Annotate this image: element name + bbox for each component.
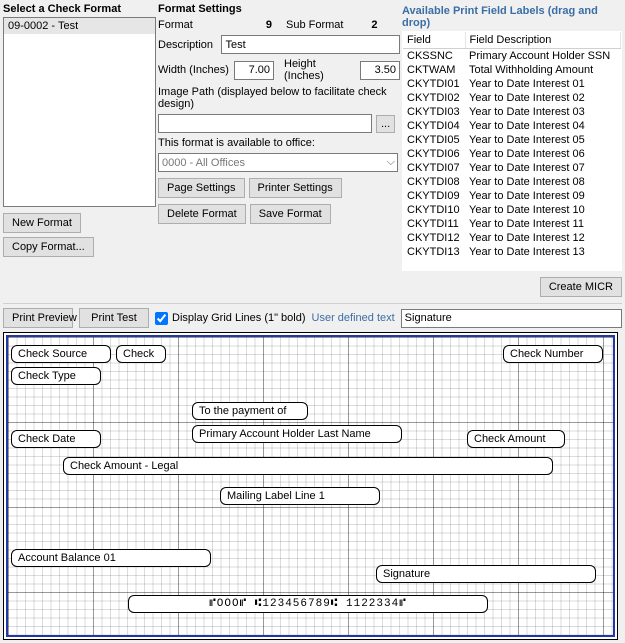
copy-format-button[interactable]: Copy Format... — [3, 237, 94, 257]
field-code: CKYTDI01 — [403, 77, 465, 91]
field-row[interactable]: CKYTDI12Year to Date Interest 12 — [403, 231, 621, 245]
description-label: Description — [158, 39, 217, 51]
field-desc: Year to Date Interest 11 — [465, 217, 621, 231]
gridlines-checkbox[interactable] — [155, 312, 168, 325]
format-list-item[interactable]: 09-0002 - Test — [4, 18, 155, 34]
select-format-title: Select a Check Format — [3, 3, 156, 15]
field-code: CKSSNC — [403, 49, 465, 64]
design-field-check[interactable]: Check — [116, 345, 166, 363]
design-field-check-source[interactable]: Check Source — [11, 345, 111, 363]
field-code: CKYTDI06 — [403, 147, 465, 161]
desc-col-header[interactable]: Field Description — [465, 32, 621, 49]
create-micr-button[interactable]: Create MICR — [540, 277, 622, 297]
format-list[interactable]: 09-0002 - Test — [3, 17, 156, 207]
page-settings-button[interactable]: Page Settings — [158, 178, 245, 198]
field-code: CKYTDI08 — [403, 175, 465, 189]
field-code: CKYTDI10 — [403, 203, 465, 217]
design-field-check-amount-legal[interactable]: Check Amount - Legal — [63, 457, 553, 475]
field-desc: Year to Date Interest 10 — [465, 203, 621, 217]
design-field-primary-account-holder[interactable]: Primary Account Holder Last Name — [192, 425, 402, 443]
field-code: CKTWAM — [403, 63, 465, 77]
subformat-label: Sub Format — [286, 19, 343, 31]
field-code: CKYTDI12 — [403, 231, 465, 245]
field-desc: Year to Date Interest 13 — [465, 245, 621, 259]
field-row[interactable]: CKYTDI02Year to Date Interest 02 — [403, 91, 621, 105]
field-row[interactable]: CKSSNCPrimary Account Holder SSN — [403, 49, 621, 64]
image-path-label: Image Path (displayed below to facilitat… — [158, 86, 400, 110]
field-desc: Year to Date Interest 01 — [465, 77, 621, 91]
field-row[interactable]: CKYTDI06Year to Date Interest 06 — [403, 147, 621, 161]
design-field-check-amount[interactable]: Check Amount — [467, 430, 565, 448]
field-desc: Primary Account Holder SSN — [465, 49, 621, 64]
print-test-button[interactable]: Print Test — [79, 308, 149, 328]
design-surface[interactable]: Check Source Check Check Number Check Type T… — [6, 335, 615, 637]
field-desc: Year to Date Interest 09 — [465, 189, 621, 203]
field-code: CKYTDI03 — [403, 105, 465, 119]
print-preview-button[interactable]: Print Preview — [3, 308, 73, 328]
height-input[interactable] — [360, 61, 400, 80]
height-label: Height (Inches) — [284, 58, 356, 82]
field-row[interactable]: CKYTDI07Year to Date Interest 07 — [403, 161, 621, 175]
field-row[interactable]: CKYTDI08Year to Date Interest 08 — [403, 175, 621, 189]
field-col-header[interactable]: Field — [403, 32, 465, 49]
field-desc: Year to Date Interest 04 — [465, 119, 621, 133]
field-code: CKYTDI13 — [403, 245, 465, 259]
save-format-button[interactable]: Save Format — [250, 204, 331, 224]
delete-format-button[interactable]: Delete Format — [158, 204, 246, 224]
field-row[interactable]: CKYTDI04Year to Date Interest 04 — [403, 119, 621, 133]
description-input[interactable] — [221, 35, 400, 54]
design-surface-outer: Check Source Check Check Number Check Type T… — [3, 332, 618, 640]
field-row[interactable]: CKYTDI10Year to Date Interest 10 — [403, 203, 621, 217]
field-code: CKYTDI09 — [403, 189, 465, 203]
office-dropdown[interactable]: 0000 - All Offices ⌵ — [158, 153, 398, 172]
gridlines-checkbox-wrap[interactable]: Display Grid Lines (1" bold) — [155, 312, 306, 325]
field-code: CKYTDI02 — [403, 91, 465, 105]
field-desc: Year to Date Interest 12 — [465, 231, 621, 245]
field-list[interactable]: Field Field Description CKSSNCPrimary Ac… — [402, 31, 622, 271]
gridlines-label: Display Grid Lines (1" bold) — [172, 312, 306, 324]
field-row[interactable]: CKYTDI05Year to Date Interest 05 — [403, 133, 621, 147]
field-row[interactable]: CKTWAMTotal Withholding Amount — [403, 63, 621, 77]
format-label: Format — [158, 19, 218, 31]
width-input[interactable] — [234, 61, 274, 80]
format-value: 9 — [222, 19, 272, 31]
field-row[interactable]: CKYTDI03Year to Date Interest 03 — [403, 105, 621, 119]
field-row[interactable]: CKYTDI09Year to Date Interest 09 — [403, 189, 621, 203]
field-code: CKYTDI07 — [403, 161, 465, 175]
printer-settings-button[interactable]: Printer Settings — [249, 178, 342, 198]
design-field-check-number[interactable]: Check Number — [503, 345, 603, 363]
new-format-button[interactable]: New Format — [3, 213, 81, 233]
design-field-check-date[interactable]: Check Date — [11, 430, 101, 448]
field-desc: Year to Date Interest 03 — [465, 105, 621, 119]
user-defined-text-input[interactable] — [401, 309, 622, 328]
chevron-down-icon: ⌵ — [387, 156, 395, 169]
field-row[interactable]: CKYTDI13Year to Date Interest 13 — [403, 245, 621, 259]
design-field-signature[interactable]: Signature — [376, 565, 596, 583]
design-field-account-balance[interactable]: Account Balance 01 — [11, 549, 211, 567]
available-fields-title: Available Print Field Labels (drag and d… — [402, 3, 622, 31]
design-field-check-type[interactable]: Check Type — [11, 367, 101, 385]
design-field-to-the-payment[interactable]: To the payment of — [192, 402, 308, 420]
image-path-input[interactable] — [158, 114, 372, 133]
field-desc: Year to Date Interest 08 — [465, 175, 621, 189]
field-code: CKYTDI04 — [403, 119, 465, 133]
design-field-mailing-label[interactable]: Mailing Label Line 1 — [220, 487, 380, 505]
field-row[interactable]: CKYTDI01Year to Date Interest 01 — [403, 77, 621, 91]
office-avail-label: This format is available to office: — [158, 137, 315, 149]
office-value: 0000 - All Offices — [162, 157, 245, 169]
width-label: Width (Inches) — [158, 64, 230, 76]
browse-button[interactable]: ... — [376, 115, 395, 133]
field-row[interactable]: CKYTDI11Year to Date Interest 11 — [403, 217, 621, 231]
field-desc: Total Withholding Amount — [465, 63, 621, 77]
subformat-value: 2 — [347, 19, 377, 31]
field-desc: Year to Date Interest 05 — [465, 133, 621, 147]
field-desc: Year to Date Interest 02 — [465, 91, 621, 105]
field-desc: Year to Date Interest 07 — [465, 161, 621, 175]
format-settings-title: Format Settings — [158, 3, 400, 15]
field-code: CKYTDI11 — [403, 217, 465, 231]
user-defined-text-label: User defined text — [312, 312, 395, 324]
field-desc: Year to Date Interest 06 — [465, 147, 621, 161]
field-code: CKYTDI05 — [403, 133, 465, 147]
